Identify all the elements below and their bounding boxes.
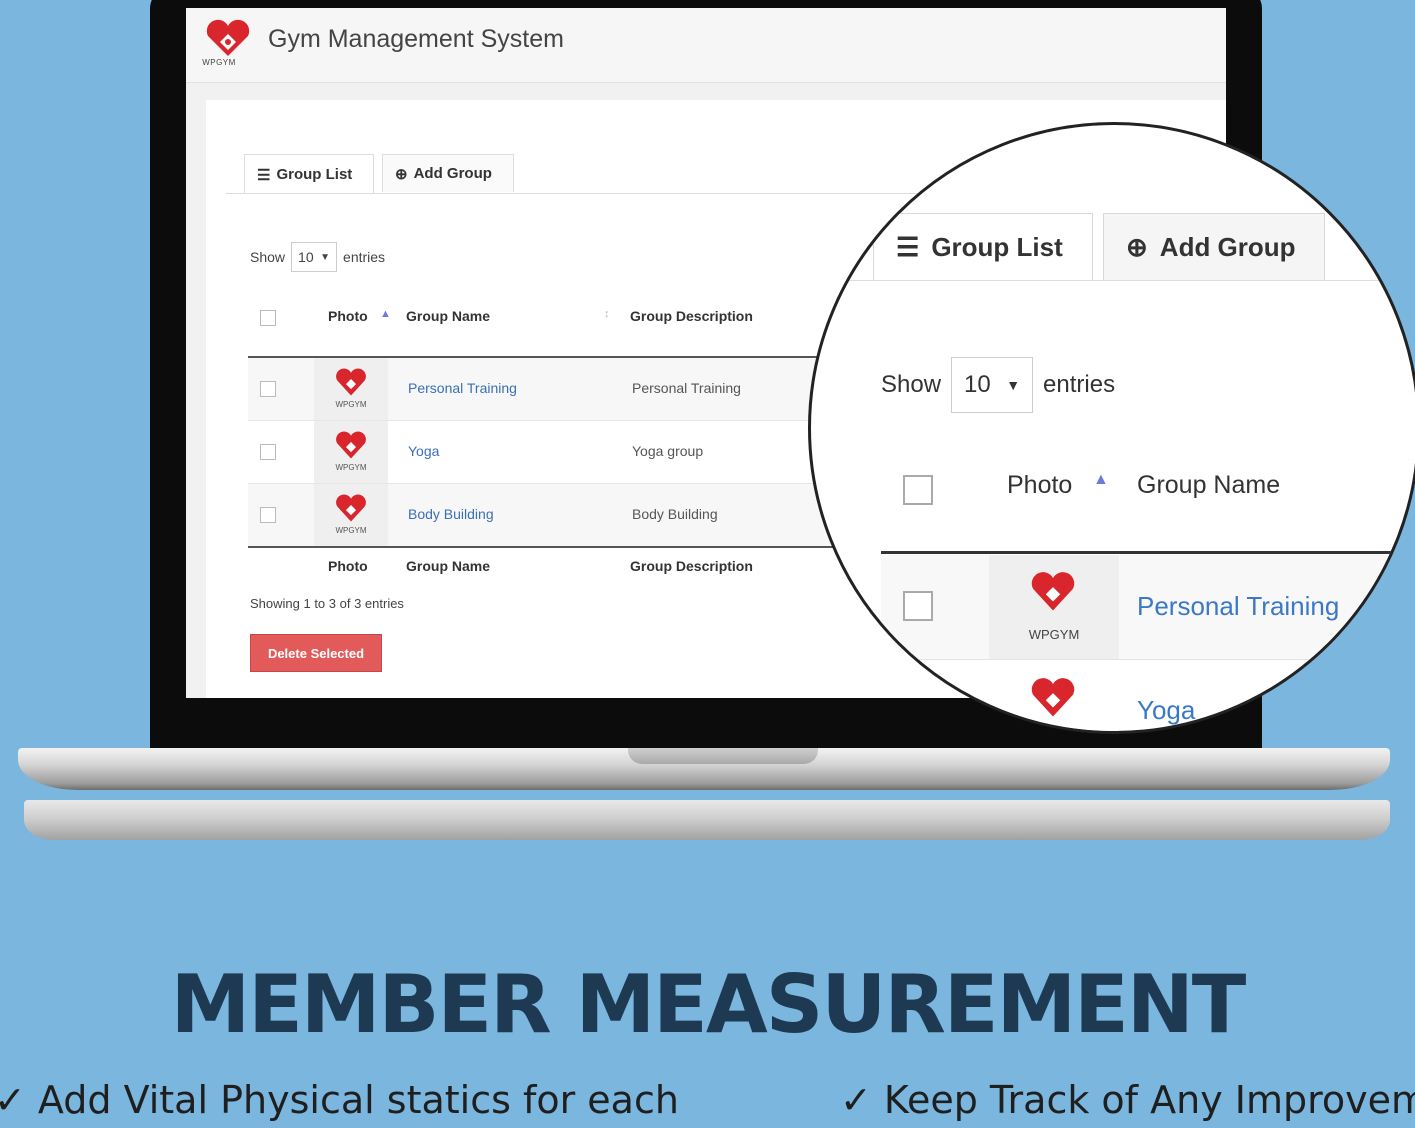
zoom-tab-group-list-label: Group List	[931, 232, 1063, 262]
zoom-entries-length-control: Show 10 ▼ entries	[881, 357, 1115, 413]
headline: MEMBER MEASUREMENT	[170, 958, 1247, 1051]
table-row: WPGYM Body Building Body Building	[248, 484, 888, 547]
zoom-table-row: WPGYM Personal Training	[881, 555, 1415, 660]
laptop-base	[18, 748, 1390, 790]
tab-group-list[interactable]: ☰ Group List	[244, 154, 374, 194]
table-footer: Photo Group Name Group Description	[248, 546, 888, 588]
tab-add-group[interactable]: ⊕ Add Group	[382, 154, 514, 192]
chevron-down-icon: ▼	[320, 251, 331, 263]
list-icon: ☰	[257, 166, 271, 184]
laptop-notch	[628, 748, 818, 764]
list-icon: ☰	[896, 232, 920, 262]
footer-photo: Photo	[328, 558, 368, 574]
group-name-link[interactable]: Yoga	[408, 443, 439, 459]
app-title: Gym Management System	[268, 25, 564, 53]
row-photo: WPGYM	[314, 421, 388, 483]
zoom-entries-select[interactable]: 10 ▼	[951, 357, 1034, 413]
wpgym-logo-icon	[1031, 678, 1075, 717]
zoom-show-label: Show	[881, 371, 942, 398]
group-name-link[interactable]: Personal Training	[408, 380, 517, 396]
app-header: WPGYM Gym Management System	[186, 8, 1226, 83]
magnifier-zoom: ☰ Group List ⊕ Add Group Show 10 ▼ entri…	[808, 122, 1415, 734]
entries-length-control: Show 10 ▼ entries	[250, 242, 385, 272]
zoom-select-all-checkbox[interactable]	[903, 475, 933, 505]
entries-select[interactable]: 10 ▼	[291, 242, 338, 272]
zoom-group-name-link[interactable]: Yoga	[1137, 695, 1195, 726]
row-photo: WPGYM	[314, 484, 388, 546]
zoom-photo-logo-text: WPGYM	[1028, 627, 1080, 642]
row-checkbox[interactable]	[260, 381, 276, 397]
zoom-entries-value: 10	[964, 371, 991, 398]
plus-circle-icon: ⊕	[395, 165, 408, 183]
zoom-row-checkbox[interactable]	[903, 591, 933, 621]
chevron-down-icon: ▼	[1006, 377, 1021, 393]
zoom-tab-divider	[811, 280, 1415, 281]
zoom-tab-group-list[interactable]: ☰ Group List	[873, 213, 1093, 281]
group-description: Yoga group	[632, 443, 704, 459]
footer-group-name: Group Name	[406, 558, 491, 574]
table-info: Showing 1 to 3 of 3 entries	[250, 596, 404, 611]
group-name-link[interactable]: Body Building	[408, 506, 494, 522]
zoom-row-photo: WPGYM	[989, 555, 1119, 659]
zoom-entries-label: entries	[1043, 371, 1116, 398]
select-all-checkbox[interactable]	[260, 310, 276, 326]
tab-add-group-label: Add Group	[413, 165, 492, 182]
laptop-base-shadow	[24, 800, 1390, 840]
zoom-header-photo[interactable]: Photo	[1007, 471, 1072, 500]
logo-text: WPGYM	[202, 58, 236, 67]
delete-selected-button[interactable]: Delete Selected	[250, 634, 382, 672]
zoom-tab-add-group-label: Add Group	[1159, 232, 1296, 262]
feature-item: ✓ Keep Track of Any Improvem	[840, 1078, 1415, 1122]
wpgym-logo-icon	[1031, 572, 1075, 611]
sort-icon: ↕	[604, 308, 610, 320]
entries-value: 10	[298, 249, 314, 265]
feature-item: ✓ Add Vital Physical statics for each	[0, 1078, 679, 1122]
zoom-group-name-link[interactable]: Personal Training	[1137, 591, 1339, 622]
tab-group-list-label: Group List	[276, 166, 353, 183]
table-header: Photo ▲ Group Name ↕ Group Description	[248, 286, 888, 358]
zoom-header-group-name[interactable]: Group Name	[1137, 471, 1280, 500]
photo-logo-text: WPGYM	[335, 526, 367, 535]
row-checkbox[interactable]	[260, 444, 276, 460]
zoom-row-photo	[989, 661, 1119, 731]
sort-asc-icon: ▲	[1093, 471, 1109, 488]
photo-logo-text: WPGYM	[335, 463, 367, 472]
footer-group-description: Group Description	[630, 558, 753, 574]
show-label: Show	[250, 249, 286, 265]
zoom-table-row: Yoga	[881, 661, 1415, 731]
header-group-name[interactable]: Group Name	[406, 308, 490, 324]
sort-asc-icon: ▲	[380, 308, 391, 320]
table-row: WPGYM Yoga Yoga group	[248, 421, 888, 484]
header-photo[interactable]: Photo	[328, 308, 368, 324]
row-checkbox[interactable]	[260, 507, 276, 523]
magnifier-content: ☰ Group List ⊕ Add Group Show 10 ▼ entri…	[811, 125, 1415, 731]
zoom-tab-add-group[interactable]: ⊕ Add Group	[1103, 213, 1325, 281]
photo-logo-text: WPGYM	[335, 400, 367, 409]
entries-label: entries	[343, 249, 386, 265]
header-group-description[interactable]: Group Description	[630, 308, 753, 324]
row-photo: WPGYM	[314, 358, 388, 420]
table-row: WPGYM Personal Training Personal Trainin…	[248, 358, 888, 421]
group-description: Personal Training	[632, 380, 741, 396]
zoom-header-rule	[881, 551, 1415, 554]
group-description: Body Building	[632, 506, 718, 522]
plus-circle-icon: ⊕	[1126, 232, 1148, 262]
